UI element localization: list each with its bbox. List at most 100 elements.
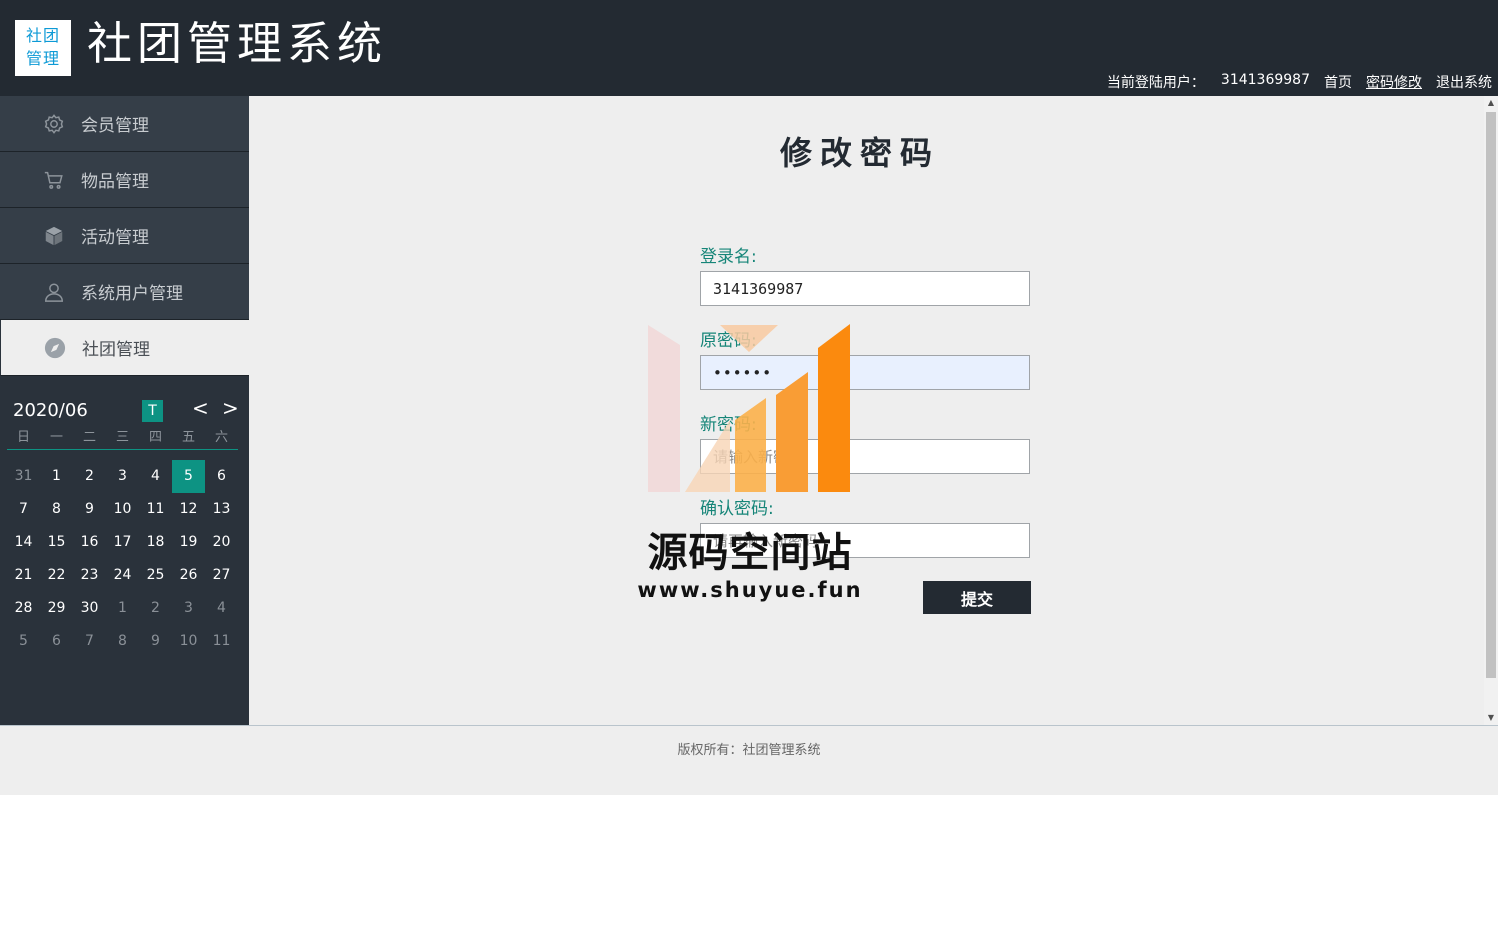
sidebar-item-label: 物品管理 — [81, 172, 149, 192]
calendar-day[interactable]: 3 — [106, 460, 139, 493]
weekday-label: 四 — [148, 430, 162, 445]
sidebar: 会员管理 物品管理 活动管理 系统用户管理 社团管理 2020/06 T < > — [0, 96, 249, 725]
calendar-day[interactable]: 6 — [205, 460, 238, 493]
sidebar-item-label: 社团管理 — [82, 340, 150, 360]
scroll-thumb[interactable] — [1486, 112, 1496, 678]
calendar-day[interactable]: 29 — [40, 592, 73, 625]
calendar-day[interactable]: 18 — [139, 526, 172, 559]
sidebar-item-items[interactable]: 物品管理 — [0, 152, 249, 208]
logout-link[interactable]: 退出系统 — [1436, 72, 1492, 92]
cart-icon — [42, 168, 66, 192]
compass-icon — [43, 336, 67, 360]
app-title: 社团管理系统 — [87, 17, 388, 70]
calendar-day[interactable]: 2 — [139, 592, 172, 625]
header: 社团 管理 社团管理系统 当前登陆用户： 3141369987 首页 密码修改 … — [0, 0, 1498, 96]
home-link[interactable]: 首页 — [1324, 72, 1352, 92]
main-content: 修改密码 登录名: 原密码: 新密码: 确认密码: 提交 — [249, 96, 1484, 725]
sidebar-item-members[interactable]: 会员管理 — [0, 96, 249, 152]
old-password-input[interactable] — [700, 355, 1030, 390]
calendar-day[interactable]: 6 — [40, 625, 73, 658]
calendar-prev-button[interactable]: < — [192, 396, 209, 420]
user-icon — [42, 280, 66, 304]
calendar-day[interactable]: 11 — [139, 493, 172, 526]
weekday-label: 六 — [214, 430, 228, 445]
new-password-label: 新密码: — [700, 415, 757, 435]
calendar-day[interactable]: 28 — [7, 592, 40, 625]
calendar-month: 2020/06 — [13, 400, 88, 421]
calendar-day[interactable]: 8 — [106, 625, 139, 658]
calendar-day[interactable]: 21 — [7, 559, 40, 592]
submit-button[interactable]: 提交 — [923, 581, 1031, 614]
logo-line1: 社团 — [25, 26, 60, 45]
current-username: 3141369987 — [1220, 72, 1310, 88]
calendar-day[interactable]: 7 — [7, 493, 40, 526]
calendar-days: 31 1 2 3 4 5 6 7 8 9 10 11 12 13 14 15 1… — [7, 460, 238, 658]
sidebar-item-clubs[interactable]: 社团管理 — [0, 320, 249, 376]
weekday-label: 五 — [181, 430, 195, 445]
confirm-password-input[interactable] — [700, 523, 1030, 558]
calendar-day[interactable]: 1 — [40, 460, 73, 493]
calendar-day[interactable]: 26 — [172, 559, 205, 592]
app-logo: 社团 管理 — [15, 20, 71, 76]
calendar-day[interactable]: 4 — [139, 460, 172, 493]
calendar-day[interactable]: 16 — [73, 526, 106, 559]
calendar-day[interactable]: 3 — [172, 592, 205, 625]
calendar-day[interactable]: 31 — [7, 460, 40, 493]
calendar-day[interactable]: 11 — [205, 625, 238, 658]
calendar-day[interactable]: 14 — [7, 526, 40, 559]
sidebar-item-label: 活动管理 — [81, 228, 149, 248]
cube-icon — [42, 224, 66, 248]
calendar-next-button[interactable]: > — [222, 396, 239, 420]
scrollbar[interactable]: ▲ ▼ — [1484, 96, 1498, 725]
weekday-label: 二 — [82, 430, 96, 445]
calendar-day[interactable]: 27 — [205, 559, 238, 592]
calendar-day[interactable]: 7 — [73, 625, 106, 658]
calendar-day[interactable]: 1 — [106, 592, 139, 625]
calendar-day[interactable]: 20 — [205, 526, 238, 559]
calendar-day[interactable]: 24 — [106, 559, 139, 592]
sidebar-item-system-users[interactable]: 系统用户管理 — [0, 264, 249, 320]
calendar-day-selected[interactable]: 5 — [172, 460, 205, 493]
calendar-day[interactable]: 9 — [139, 625, 172, 658]
confirm-password-label: 确认密码: — [700, 499, 774, 519]
login-name-label: 登录名: — [700, 247, 757, 267]
calendar-day[interactable]: 12 — [172, 493, 205, 526]
calendar-day[interactable]: 5 — [7, 625, 40, 658]
gear-icon — [42, 112, 66, 136]
weekday-label: 日 — [16, 430, 30, 445]
calendar: 2020/06 T < > 日 一 二 三 四 五 六 31 1 2 3 4 5… — [7, 396, 239, 658]
current-user-label: 当前登陆用户： — [1106, 75, 1205, 91]
calendar-day[interactable]: 25 — [139, 559, 172, 592]
old-password-label: 原密码: — [700, 331, 757, 351]
weekday-label: 三 — [115, 430, 129, 445]
calendar-day[interactable]: 9 — [73, 493, 106, 526]
login-name-input[interactable] — [700, 271, 1030, 306]
copyright-text: 版权所有：社团管理系统 — [677, 743, 821, 758]
calendar-day[interactable]: 22 — [40, 559, 73, 592]
sidebar-item-label: 系统用户管理 — [81, 284, 183, 304]
calendar-day[interactable]: 19 — [172, 526, 205, 559]
sidebar-item-activities[interactable]: 活动管理 — [0, 208, 249, 264]
calendar-day[interactable]: 2 — [73, 460, 106, 493]
sidebar-item-label: 会员管理 — [81, 116, 149, 136]
calendar-day[interactable]: 23 — [73, 559, 106, 592]
calendar-day[interactable]: 4 — [205, 592, 238, 625]
scroll-up-arrow-icon[interactable]: ▲ — [1484, 96, 1498, 110]
calendar-day[interactable]: 15 — [40, 526, 73, 559]
calendar-day[interactable]: 10 — [106, 493, 139, 526]
calendar-day[interactable]: 10 — [172, 625, 205, 658]
new-password-input[interactable] — [700, 439, 1030, 474]
scroll-down-arrow-icon[interactable]: ▼ — [1484, 711, 1498, 725]
calendar-day[interactable]: 13 — [205, 493, 238, 526]
calendar-day[interactable]: 30 — [73, 592, 106, 625]
change-password-link[interactable]: 密码修改 — [1366, 72, 1422, 92]
calendar-day[interactable]: 8 — [40, 493, 73, 526]
calendar-weekdays: 日 一 二 三 四 五 六 — [7, 426, 238, 450]
weekday-label: 一 — [49, 430, 63, 445]
logo-line2: 管理 — [25, 49, 60, 68]
page-title: 修改密码 — [779, 134, 940, 172]
calendar-today-button[interactable]: T — [142, 400, 163, 422]
footer: 版权所有：社团管理系统 — [0, 725, 1498, 795]
top-nav: 当前登陆用户： 3141369987 首页 密码修改 退出系统 — [1107, 72, 1492, 92]
calendar-day[interactable]: 17 — [106, 526, 139, 559]
